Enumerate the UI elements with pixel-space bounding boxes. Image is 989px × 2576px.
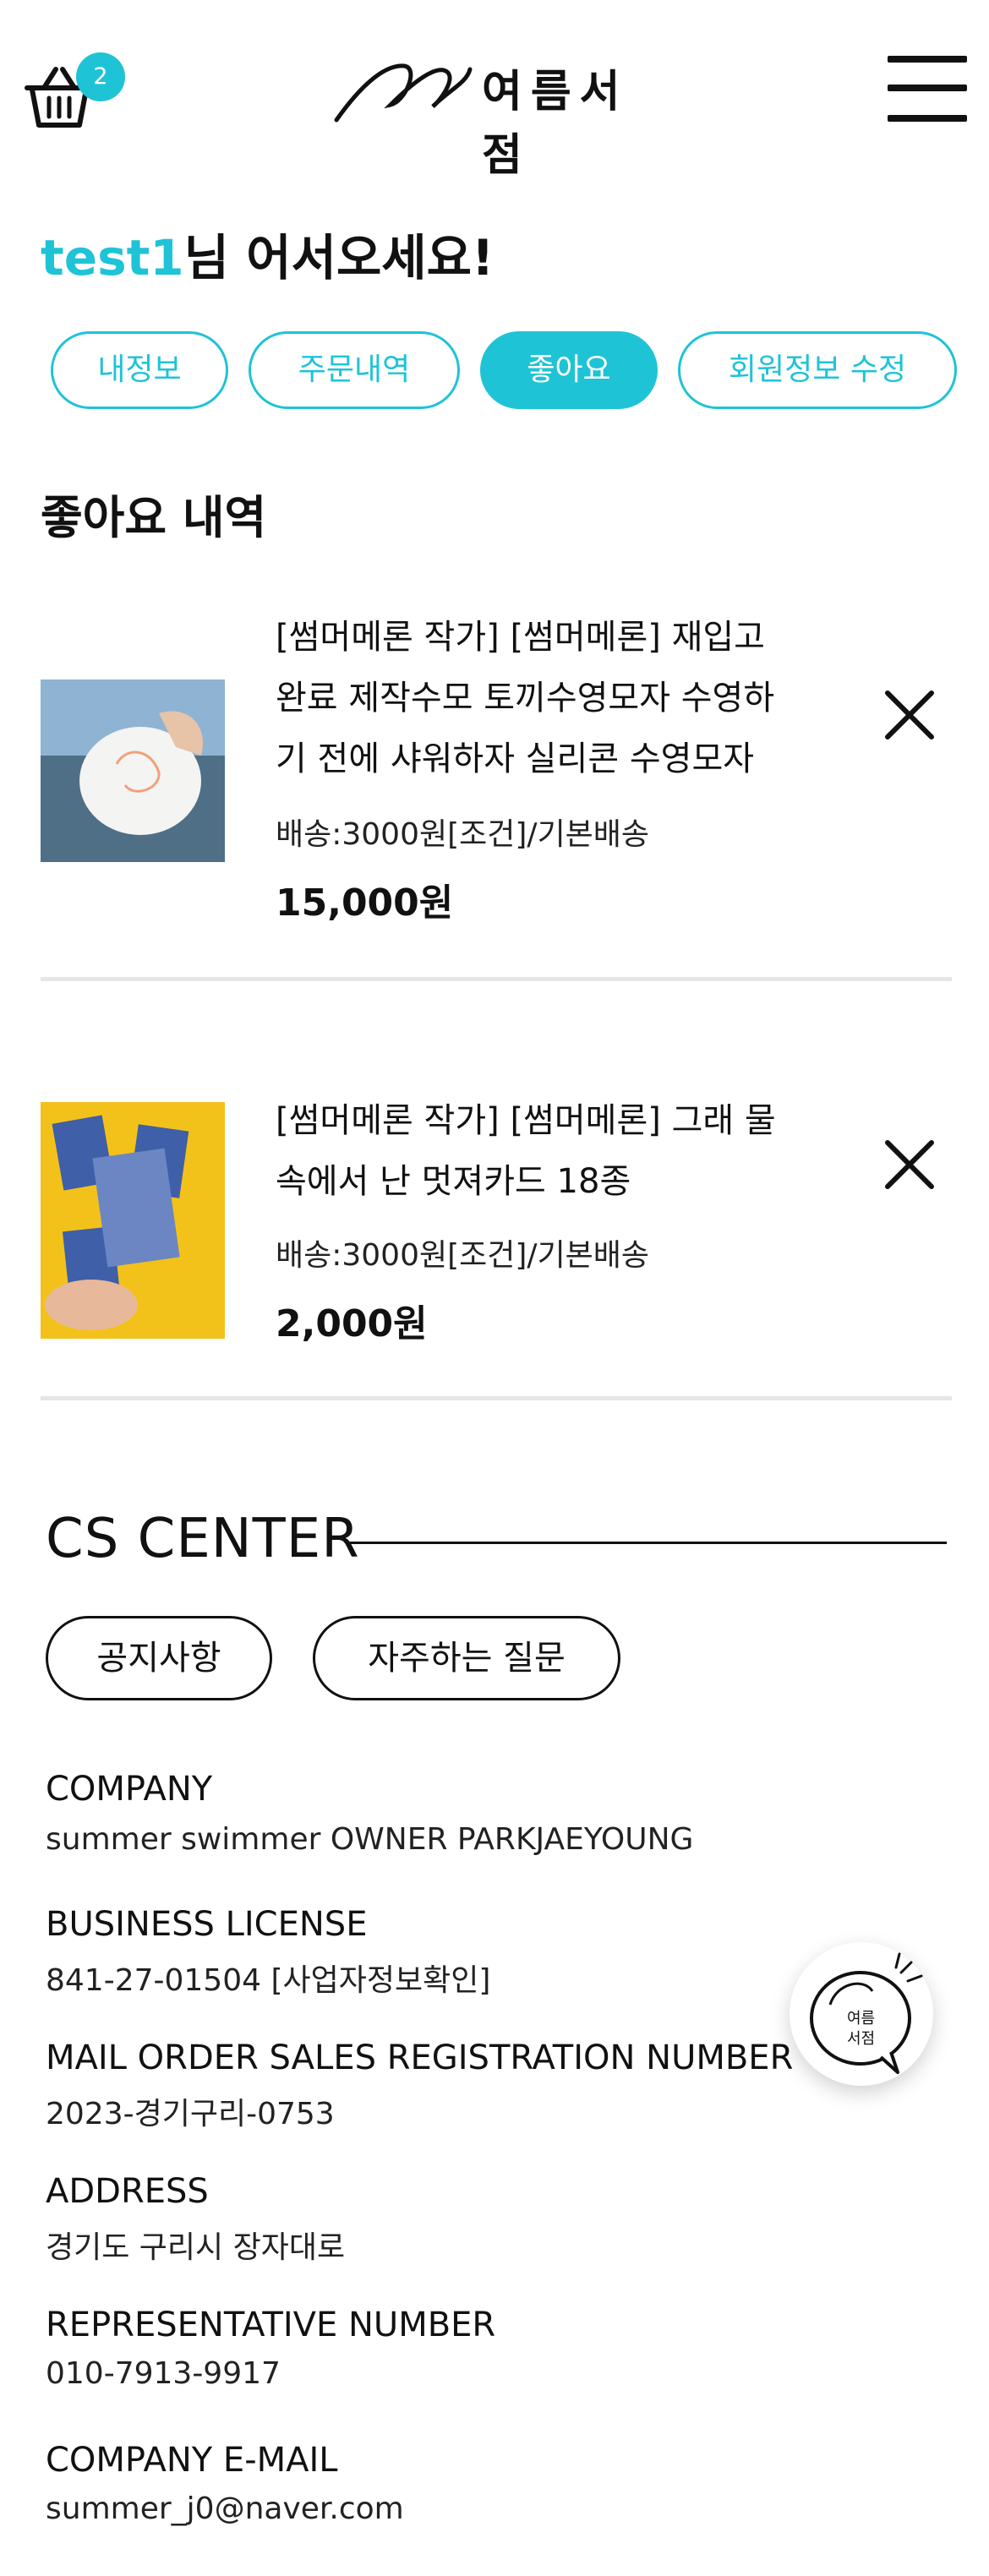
product-title-line: [썸머메론 작가] [썸머메론] 재입고 [276,618,765,657]
speech-bubble-icon: 여름 서점 [810,1952,923,2074]
shipping-info: 배송:3000원[조건]/기본배송 [276,817,650,852]
tab-my-info[interactable]: 내정보 [51,331,228,409]
close-icon[interactable] [882,688,937,742]
section-title: 좋아요 내역 [41,491,267,544]
business-license-label: BUSINESS LICENSE [46,1905,368,1944]
product-title-line: [썸머메론 작가] [썸머메론] 그래 물 [276,1101,776,1140]
mail-order-label: MAIL ORDER SALES REGISTRATION NUMBER [46,2038,794,2077]
product-title[interactable]: [썸머메론 작가] [썸머메론] 재입고 완료 제작수모 토끼수영모자 수영하 … [276,607,842,789]
product-title-line: 속에서 난 멋져카드 18종 [276,1162,631,1201]
logo-text: 여름서점 [482,67,629,181]
chat-button[interactable]: 여름 서점 [790,1942,933,2086]
mail-order-value: 2023-경기구리-0753 [46,2097,335,2131]
shipping-info: 배송:3000원[조건]/기본배송 [276,1238,650,1273]
notice-button[interactable]: 공지사항 [46,1616,272,1700]
product-title-line: 기 전에 샤워하자 실리콘 수영모자 [276,740,755,778]
tab-likes[interactable]: 좋아요 [480,331,658,409]
representative-number-label: REPRESENTATIVE NUMBER [46,2306,496,2344]
menu-bar [888,56,967,63]
close-icon[interactable] [882,1138,937,1192]
cs-title-rule [350,1542,947,1544]
divider [41,977,952,981]
chat-label: 여름 [847,2010,875,2028]
chat-label: 서점 [847,2030,875,2048]
menu-bar [888,115,967,122]
product-title-line: 완료 제작수모 토끼수영모자 수영하 [276,679,775,718]
business-license-value[interactable]: 841-27-01504 [사업자정보확인] [46,1956,490,2000]
tab-edit-profile[interactable]: 회원정보 수정 [678,331,957,409]
logo-mark [334,63,473,123]
cs-center-title: CS CENTER [46,1508,360,1570]
tab-order-history[interactable]: 주문내역 [249,331,460,409]
welcome-message: test1님 어서오세요! [41,218,494,289]
username: test1 [41,229,184,287]
product-title[interactable]: [썸머메론 작가] [썸머메론] 그래 물 속에서 난 멋져카드 18종 [276,1090,842,1212]
card-set-image [41,1102,225,1339]
hamburger-menu-button[interactable] [888,56,967,123]
address-value: 경기도 구리시 장자대로 [46,2230,346,2265]
swim-cap-image [41,679,225,862]
menu-bar [888,85,967,91]
product-thumbnail[interactable] [41,679,225,862]
company-email-label: COMPANY E-MAIL [46,2441,338,2480]
product-thumbnail[interactable] [41,1102,225,1339]
address-label: ADDRESS [46,2172,209,2211]
product-price: 15,000원 [276,881,454,925]
representative-number-value: 010-7913-9917 [46,2356,281,2391]
company-value: summer swimmer OWNER PARKJAEYOUNG [46,1822,694,1857]
divider [41,1396,952,1400]
faq-button[interactable]: 자주하는 질문 [313,1616,620,1700]
company-label: COMPANY [46,1770,213,1809]
cart-count-badge: 2 [76,52,125,101]
welcome-suffix: 님 어서오세요! [183,229,494,287]
cart-button[interactable]: 2 [24,52,125,128]
company-email-value: summer_j0@naver.com [46,2491,404,2526]
logo[interactable]: 여름서점 [331,49,669,181]
product-price: 2,000원 [276,1302,428,1345]
